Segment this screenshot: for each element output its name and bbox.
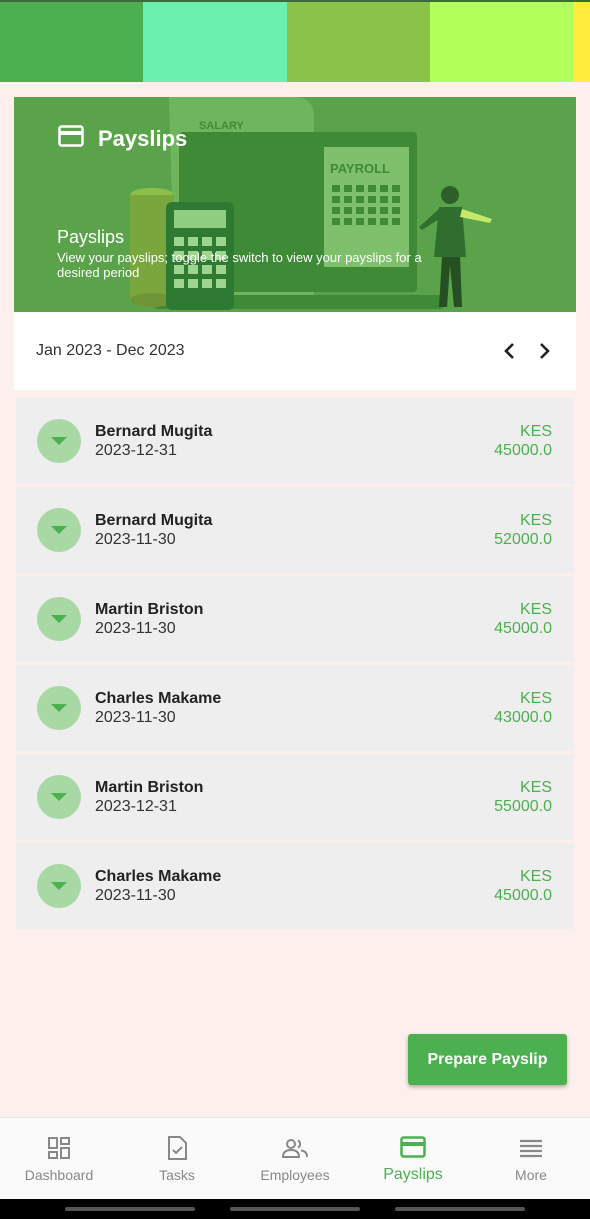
payslips-banner: SALARY PAYROLL Payslips Payslips View yo… (14, 97, 576, 312)
payroll-label: PAYROLL (330, 161, 390, 176)
payslip-list: Bernard Mugita 2023-12-31 KES 45000.0 Be… (16, 398, 574, 932)
card-icon (400, 1134, 426, 1160)
currency: KES (519, 690, 552, 707)
currency: KES (519, 512, 552, 529)
nav-label: Payslips (383, 1165, 443, 1183)
expand-icon[interactable] (37, 864, 81, 908)
banner-header: Payslips (58, 125, 187, 152)
menu-icon (518, 1135, 544, 1161)
nav-label: More (515, 1166, 547, 1183)
system-nav-handle (395, 1207, 525, 1211)
salary-label: SALARY (199, 120, 244, 132)
period-selector: Jan 2023 - Dec 2023 (14, 312, 576, 390)
top-color-strip (0, 0, 590, 82)
period-label: Jan 2023 - Dec 2023 (36, 342, 185, 359)
strip-segment (0, 2, 143, 82)
page-title: Payslips (98, 125, 188, 151)
strip-segment (287, 2, 430, 82)
payslip-amount: KES 45000.0 (494, 600, 552, 638)
system-nav-bar (0, 1199, 590, 1219)
payslip-amount: KES 52000.0 (494, 511, 552, 549)
dashboard-icon (46, 1135, 72, 1161)
chevron-right-icon[interactable] (536, 340, 554, 362)
nav-item-dashboard[interactable]: Dashboard (0, 1118, 118, 1199)
payslip-row[interactable]: Martin Briston 2023-12-31 KES 55000.0 (16, 754, 574, 840)
amount-value: 52000.0 (494, 531, 552, 548)
amount-value: 45000.0 (494, 620, 552, 637)
payslip-amount: KES 45000.0 (494, 867, 552, 905)
nav-item-employees[interactable]: Employees (236, 1118, 354, 1199)
payslip-amount: KES 55000.0 (494, 778, 552, 816)
banner-description-block: Payslips View your payslips; toggle the … (57, 227, 457, 280)
nav-label: Employees (260, 1166, 330, 1183)
expand-icon[interactable] (37, 508, 81, 552)
payslip-date: 2023-11-30 (95, 709, 176, 726)
banner-description: View your payslips; toggle the switch to… (57, 250, 422, 280)
employee-name: Martin Briston (95, 779, 204, 796)
strip-segment (573, 2, 590, 82)
employee-name: Charles Makame (95, 690, 222, 707)
nav-item-tasks[interactable]: Tasks (118, 1118, 236, 1199)
payslip-amount: KES 45000.0 (494, 422, 552, 460)
prepare-payslip-button[interactable]: Prepare Payslip (408, 1034, 567, 1085)
period-nav (500, 340, 554, 362)
amount-value: 45000.0 (494, 887, 552, 904)
amount-value: 45000.0 (494, 442, 552, 459)
payslip-row[interactable]: Bernard Mugita 2023-11-30 KES 52000.0 (16, 487, 574, 573)
payslip-info: Bernard Mugita 2023-12-31 (95, 422, 494, 460)
currency: KES (519, 601, 552, 618)
amount-value: 55000.0 (494, 798, 552, 815)
employee-name: Charles Makame (95, 868, 222, 885)
currency: KES (519, 779, 552, 796)
payslip-amount: KES 43000.0 (494, 689, 552, 727)
banner-subtitle: Payslips (57, 227, 125, 247)
nav-label: Dashboard (24, 1166, 94, 1183)
chevron-left-icon[interactable] (500, 340, 518, 362)
nav-item-more[interactable]: More (472, 1118, 590, 1199)
expand-icon[interactable] (37, 419, 81, 463)
strip-segment (430, 2, 573, 82)
expand-icon[interactable] (37, 597, 81, 641)
payslip-info: Martin Briston 2023-12-31 (95, 778, 494, 816)
employees-icon (282, 1135, 308, 1161)
system-nav-handle (65, 1207, 195, 1211)
payslip-date: 2023-11-30 (95, 531, 176, 548)
system-nav-handle (230, 1207, 360, 1211)
expand-icon[interactable] (37, 686, 81, 730)
payslip-info: Charles Makame 2023-11-30 (95, 867, 494, 905)
payslip-row[interactable]: Martin Briston 2023-11-30 KES 45000.0 (16, 576, 574, 662)
nav-item-payslips[interactable]: Payslips (354, 1118, 472, 1199)
payslip-date: 2023-12-31 (95, 798, 177, 815)
tasks-icon (164, 1135, 190, 1161)
strip-segment (143, 2, 287, 82)
currency: KES (519, 868, 552, 885)
payslip-date: 2023-11-30 (95, 620, 176, 637)
payslip-row[interactable]: Bernard Mugita 2023-12-31 KES 45000.0 (16, 398, 574, 484)
payslip-info: Martin Briston 2023-11-30 (95, 600, 494, 638)
currency: KES (519, 423, 552, 440)
bottom-nav: Dashboard Tasks Employees Payslips More (0, 1117, 590, 1199)
card-icon (58, 125, 84, 152)
payslip-info: Charles Makame 2023-11-30 (95, 689, 494, 727)
payslip-row[interactable]: Charles Makame 2023-11-30 KES 43000.0 (16, 665, 574, 751)
employee-name: Bernard Mugita (95, 423, 213, 440)
payslip-info: Bernard Mugita 2023-11-30 (95, 511, 494, 549)
payslip-row[interactable]: Charles Makame 2023-11-30 KES 45000.0 (16, 843, 574, 929)
employee-name: Martin Briston (95, 601, 204, 618)
amount-value: 43000.0 (494, 709, 552, 726)
employee-name: Bernard Mugita (95, 512, 213, 529)
payslip-date: 2023-12-31 (95, 442, 177, 459)
payslip-date: 2023-11-30 (95, 887, 176, 904)
nav-label: Tasks (159, 1166, 195, 1183)
expand-icon[interactable] (37, 775, 81, 819)
